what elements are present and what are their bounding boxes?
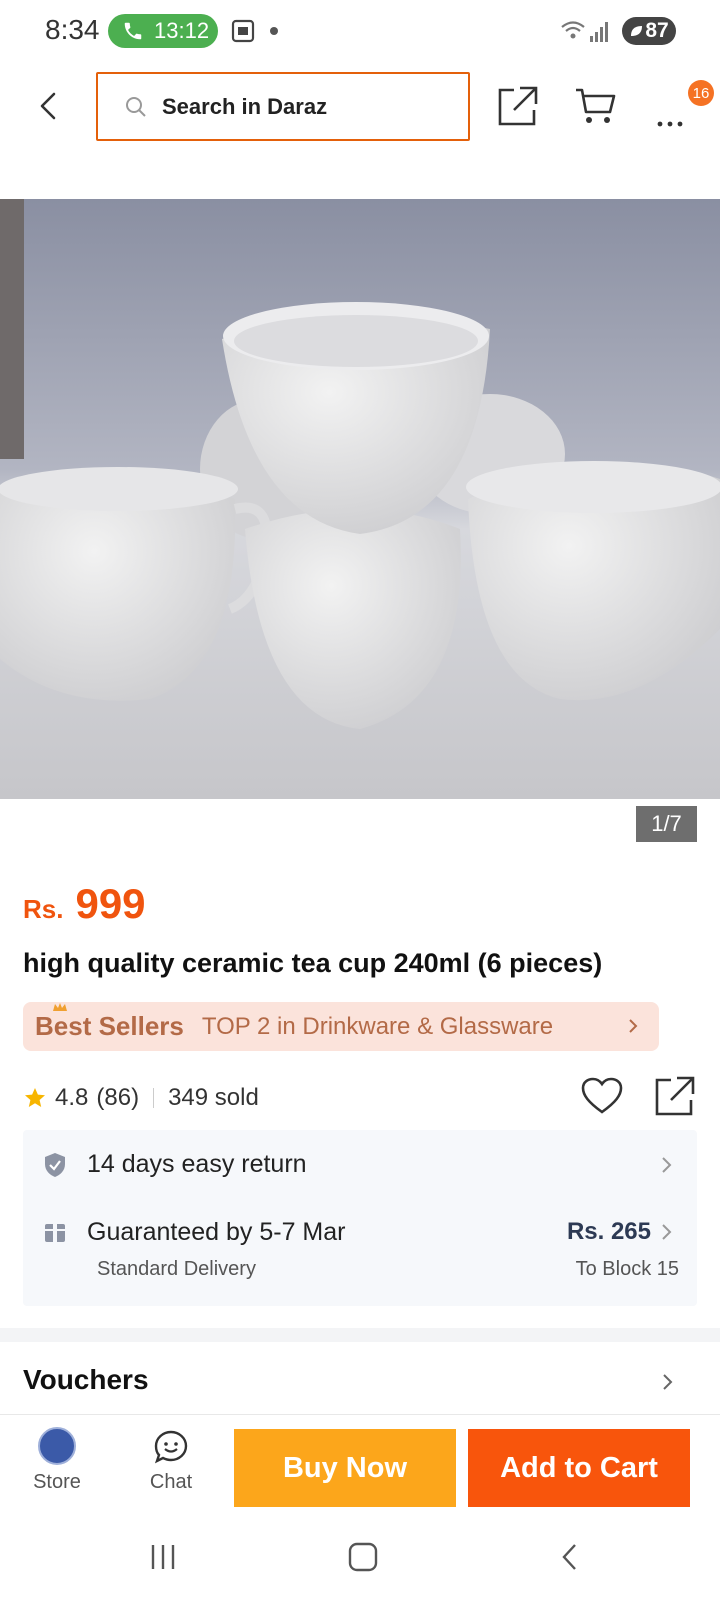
chat-label: Chat xyxy=(149,1471,193,1493)
bestseller-banner[interactable]: Best Sellers TOP 2 in Drinkware & Glassw… xyxy=(23,1002,659,1051)
services-panel: 14 days easy return Guaranteed by 5-7 Ma… xyxy=(23,1130,697,1306)
rating-count[interactable]: (86) xyxy=(96,1084,139,1112)
phone-icon xyxy=(124,22,142,40)
delivery-price: Rs. 265 xyxy=(566,1218,651,1245)
recent-apps-icon[interactable] xyxy=(148,1542,178,1572)
chevron-right-icon xyxy=(663,1374,673,1390)
system-nav-bar xyxy=(0,1514,720,1600)
chat-icon xyxy=(154,1430,188,1464)
wifi-signal-icon xyxy=(561,21,608,42)
product-photo xyxy=(0,199,720,799)
section-divider xyxy=(0,1328,720,1342)
home-icon[interactable] xyxy=(348,1542,378,1572)
store-button[interactable]: Store xyxy=(24,1423,90,1505)
share-icon[interactable] xyxy=(496,84,540,128)
cart-icon[interactable] xyxy=(574,86,618,126)
call-timer: 13:12 xyxy=(154,18,210,43)
battery-level: 87 xyxy=(645,19,669,42)
delivery-type: Standard Delivery xyxy=(97,1258,256,1280)
rating-row: 4.8 (86) 349 sold xyxy=(23,1076,697,1118)
product-title: high quality ceramic tea cup 240ml (6 pi… xyxy=(23,948,603,978)
status-bar: 8:34 13:12 87 xyxy=(0,0,720,62)
star-icon xyxy=(25,1088,45,1107)
screenshot-icon xyxy=(231,19,255,43)
search-icon xyxy=(126,96,146,117)
vouchers-title: Vouchers xyxy=(23,1364,149,1395)
chevron-right-icon xyxy=(629,1019,638,1033)
image-counter: 1/7 xyxy=(636,806,697,842)
return-policy-row[interactable]: 14 days easy return xyxy=(23,1130,697,1200)
back-nav-icon[interactable] xyxy=(556,1542,586,1572)
leaf-icon xyxy=(631,26,643,36)
store-label: Store xyxy=(33,1471,81,1493)
store-avatar xyxy=(38,1427,76,1465)
chevron-right-icon xyxy=(662,1224,672,1240)
vouchers-row[interactable]: Vouchers xyxy=(0,1342,720,1414)
bestseller-ranking: TOP 2 in Drinkware & Glassware xyxy=(201,1012,554,1040)
delivery-guarantee-label: Guaranteed by 5-7 Mar xyxy=(87,1218,346,1246)
product-image[interactable] xyxy=(0,199,720,799)
chat-button[interactable]: Chat xyxy=(136,1423,206,1505)
action-bar: Store Chat Buy Now Add to Cart xyxy=(0,1414,720,1514)
delivery-destination: To Block 15 xyxy=(575,1258,679,1280)
chevron-right-icon xyxy=(662,1157,672,1173)
status-time: 8:34 xyxy=(45,14,100,45)
price-currency: Rs. xyxy=(23,894,64,924)
sold-count: 349 sold xyxy=(168,1084,259,1111)
crown-icon xyxy=(53,1003,67,1011)
price-value: 999 xyxy=(75,880,146,927)
share-icon[interactable] xyxy=(653,1074,697,1118)
cart-count-badge: 16 xyxy=(688,80,714,106)
notification-dot xyxy=(270,27,278,35)
return-policy-label: 14 days easy return xyxy=(87,1150,307,1178)
bestseller-tag: Best Sellers xyxy=(35,1003,184,1042)
bestseller-tag-text: Best Sellers xyxy=(35,1011,184,1041)
back-arrow-icon[interactable] xyxy=(30,86,70,126)
add-to-cart-button[interactable]: Add to Cart xyxy=(468,1429,690,1507)
top-bar: Search in Daraz xyxy=(0,72,720,142)
price: Rs. 999 xyxy=(23,880,146,928)
shield-check-icon xyxy=(45,1153,65,1177)
delivery-row[interactable]: Guaranteed by 5-7 Mar Standard Delivery … xyxy=(23,1200,697,1306)
search-input[interactable]: Search in Daraz xyxy=(96,72,470,141)
heart-icon[interactable] xyxy=(580,1076,624,1116)
rating-divider xyxy=(153,1088,155,1108)
battery-indicator: 87 xyxy=(622,17,676,45)
package-icon xyxy=(45,1224,65,1242)
buy-now-button[interactable]: Buy Now xyxy=(234,1429,456,1507)
search-placeholder: Search in Daraz xyxy=(162,93,328,119)
rating-value[interactable]: 4.8 xyxy=(55,1084,88,1112)
call-indicator[interactable]: 13:12 xyxy=(108,14,218,48)
